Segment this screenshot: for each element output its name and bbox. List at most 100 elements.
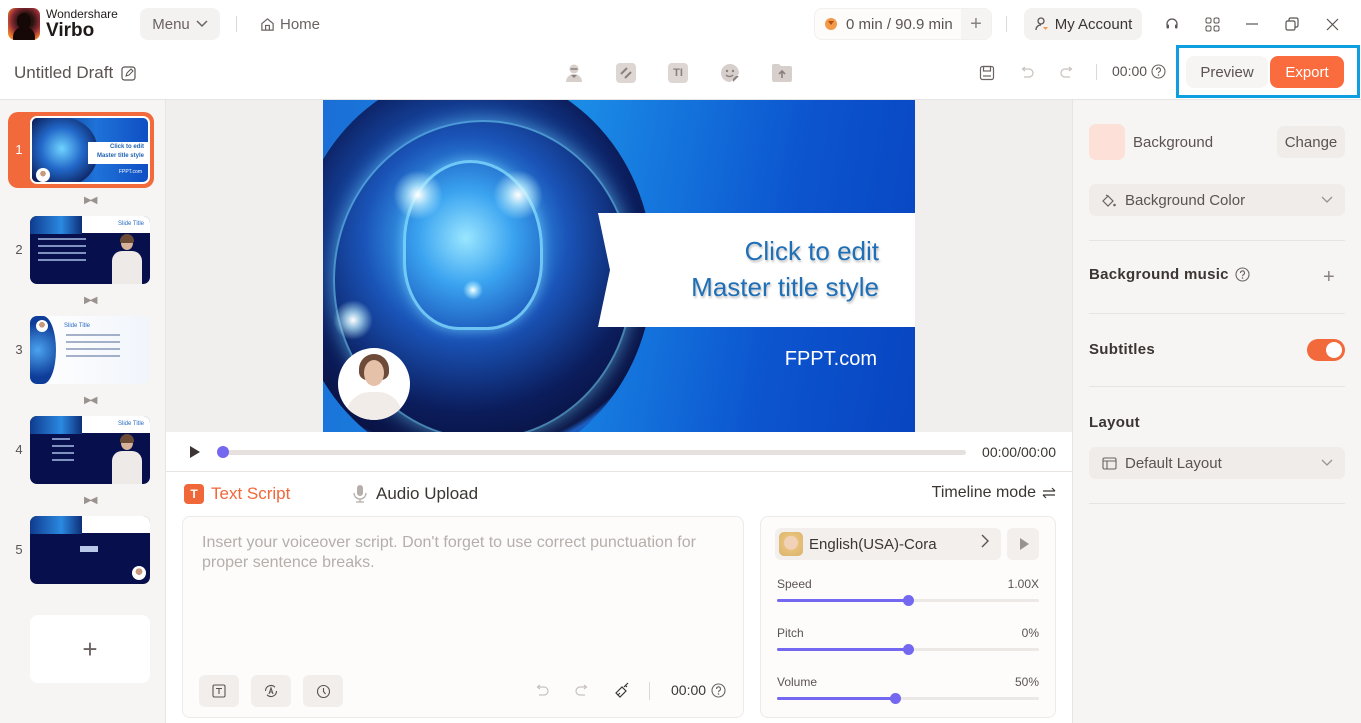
slide-number: 4 bbox=[15, 442, 23, 457]
upload-tool-icon[interactable] bbox=[770, 61, 794, 85]
home-button[interactable]: Home bbox=[260, 8, 320, 40]
slider-handle[interactable] bbox=[889, 693, 901, 704]
transition-icon[interactable]: ▶◀ bbox=[84, 195, 97, 206]
minimize-icon[interactable] bbox=[1240, 12, 1264, 36]
support-headset-icon[interactable] bbox=[1160, 12, 1184, 36]
menu-button[interactable]: Menu bbox=[140, 8, 220, 40]
script-duration-text: 00:00 bbox=[671, 682, 707, 698]
add-music-button[interactable]: + bbox=[1323, 266, 1335, 289]
home-icon bbox=[261, 17, 274, 31]
playback-progress-handle[interactable] bbox=[217, 446, 229, 458]
divider bbox=[1096, 64, 1097, 80]
credits-gem-icon bbox=[825, 18, 837, 30]
script-panel: T Text Script Audio Upload Timeline mode… bbox=[166, 472, 1072, 723]
title-bar: Wondershare Virbo Menu Home 0 min / 90.9… bbox=[0, 0, 1361, 48]
slide-thumbnail-1[interactable]: 1 Click to edit Master title style FPPT.c… bbox=[8, 112, 154, 188]
layout-select[interactable]: Default Layout bbox=[1089, 447, 1345, 479]
divider bbox=[1089, 313, 1345, 314]
divider bbox=[1089, 240, 1345, 241]
play-icon[interactable] bbox=[190, 446, 200, 458]
slide-title-line-2[interactable]: Master title style bbox=[691, 272, 879, 303]
redo-icon[interactable] bbox=[1056, 62, 1078, 84]
slide-title-line-1[interactable]: Click to edit bbox=[745, 236, 879, 267]
slider-handle[interactable] bbox=[903, 644, 914, 655]
add-credits-button[interactable]: + bbox=[961, 9, 991, 39]
slide-title: Slide Title bbox=[117, 221, 144, 227]
user-icon bbox=[1035, 17, 1048, 31]
my-account-button[interactable]: My Account bbox=[1024, 8, 1142, 40]
slide-preview: Click to edit Master title style FPPT.com bbox=[30, 116, 150, 184]
volume-value: 50% bbox=[1014, 675, 1039, 689]
voice-preview-play-button[interactable] bbox=[1007, 528, 1039, 560]
volume-slider[interactable]: Volume 50% bbox=[777, 675, 1039, 705]
voice-selector[interactable]: English(USA)-Cora bbox=[775, 528, 1001, 560]
script-redo-icon[interactable] bbox=[571, 680, 593, 702]
playback-progress-track[interactable] bbox=[221, 450, 966, 455]
script-input[interactable]: Insert your voiceover script. Don't forg… bbox=[202, 533, 742, 573]
add-slide-button[interactable]: + bbox=[30, 615, 150, 683]
help-icon[interactable] bbox=[711, 682, 726, 698]
tab-audio-upload[interactable]: Audio Upload bbox=[352, 484, 478, 504]
script-undo-icon[interactable] bbox=[531, 680, 553, 702]
title-banner[interactable] bbox=[598, 213, 915, 327]
divider bbox=[1089, 503, 1345, 504]
playback-bar: 00:00/00:00 bbox=[166, 432, 1072, 472]
slide-footer-text[interactable]: FPPT.com bbox=[785, 348, 877, 371]
help-icon[interactable] bbox=[1235, 267, 1250, 282]
avatar bbox=[110, 234, 144, 284]
avatar-tool-icon[interactable] bbox=[562, 61, 586, 85]
transition-icon[interactable]: ▶◀ bbox=[84, 495, 97, 506]
total-duration: 00:00 bbox=[1112, 63, 1166, 79]
apps-grid-icon[interactable] bbox=[1200, 12, 1224, 36]
slide-canvas[interactable]: Click to edit Master title style FPPT.co… bbox=[323, 100, 915, 433]
draft-title-text: Untitled Draft bbox=[14, 63, 114, 82]
background-color-swatch[interactable] bbox=[1089, 124, 1125, 160]
timeline-mode-toggle[interactable]: Timeline mode bbox=[932, 484, 1056, 502]
voice-avatar bbox=[779, 532, 803, 556]
subtitles-toggle[interactable] bbox=[1307, 339, 1345, 361]
slider-handle[interactable] bbox=[903, 595, 914, 606]
undo-icon[interactable] bbox=[1016, 62, 1038, 84]
background-tool-icon[interactable] bbox=[614, 61, 638, 85]
clear-brush-icon[interactable] bbox=[611, 680, 633, 702]
insert-pause-button[interactable] bbox=[303, 675, 343, 707]
preview-button[interactable]: Preview bbox=[1186, 56, 1268, 88]
background-label: Background bbox=[1133, 134, 1214, 151]
layout-icon bbox=[1101, 456, 1117, 470]
transition-icon[interactable]: ▶◀ bbox=[84, 395, 97, 406]
slide-thumbnail-2[interactable]: 2 Slide Title bbox=[8, 212, 154, 288]
slide-number: 3 bbox=[15, 342, 23, 357]
background-type-select[interactable]: Background Color bbox=[1089, 184, 1345, 216]
brand-name: Wondershare Virbo bbox=[46, 8, 118, 40]
brand-product: Virbo bbox=[46, 20, 95, 41]
tab-text-script[interactable]: T Text Script bbox=[184, 484, 290, 504]
text-tool-icon[interactable]: TI bbox=[666, 61, 690, 85]
script-editor[interactable]: Insert your voiceover script. Don't forg… bbox=[182, 516, 744, 718]
help-icon[interactable] bbox=[1151, 63, 1166, 79]
insert-text-button[interactable] bbox=[199, 675, 239, 707]
export-button[interactable]: Export bbox=[1270, 56, 1344, 88]
volume-label: Volume bbox=[777, 675, 818, 689]
chevron-right-icon bbox=[981, 534, 989, 553]
presenter-avatar[interactable] bbox=[338, 348, 410, 420]
pronunciation-button[interactable] bbox=[251, 675, 291, 707]
slide-thumbnail-4[interactable]: 4 Slide Title bbox=[8, 412, 154, 488]
edit-pencil-icon[interactable] bbox=[121, 65, 136, 81]
speed-slider[interactable]: Speed 1.00X bbox=[777, 577, 1039, 607]
slider-fill bbox=[777, 648, 908, 651]
divider bbox=[1089, 386, 1345, 387]
sticker-tool-icon[interactable] bbox=[718, 61, 742, 85]
light-glow bbox=[393, 170, 443, 220]
change-background-button[interactable]: Change bbox=[1277, 126, 1345, 158]
save-icon[interactable] bbox=[976, 62, 998, 84]
slide-thumbnail-5[interactable]: 5 bbox=[8, 512, 154, 588]
credits-text: 0 min / 90.9 min bbox=[846, 15, 953, 33]
pitch-slider[interactable]: Pitch 0% bbox=[777, 626, 1039, 656]
restore-icon[interactable] bbox=[1280, 12, 1304, 36]
slide-number: 5 bbox=[15, 542, 23, 557]
slide-thumbnail-3[interactable]: 3 Slide Title bbox=[8, 312, 154, 388]
draft-title[interactable]: Untitled Draft bbox=[14, 63, 136, 83]
slide-footer: FPPT.com bbox=[118, 169, 142, 175]
close-icon[interactable] bbox=[1320, 12, 1344, 36]
transition-icon[interactable]: ▶◀ bbox=[84, 295, 97, 306]
